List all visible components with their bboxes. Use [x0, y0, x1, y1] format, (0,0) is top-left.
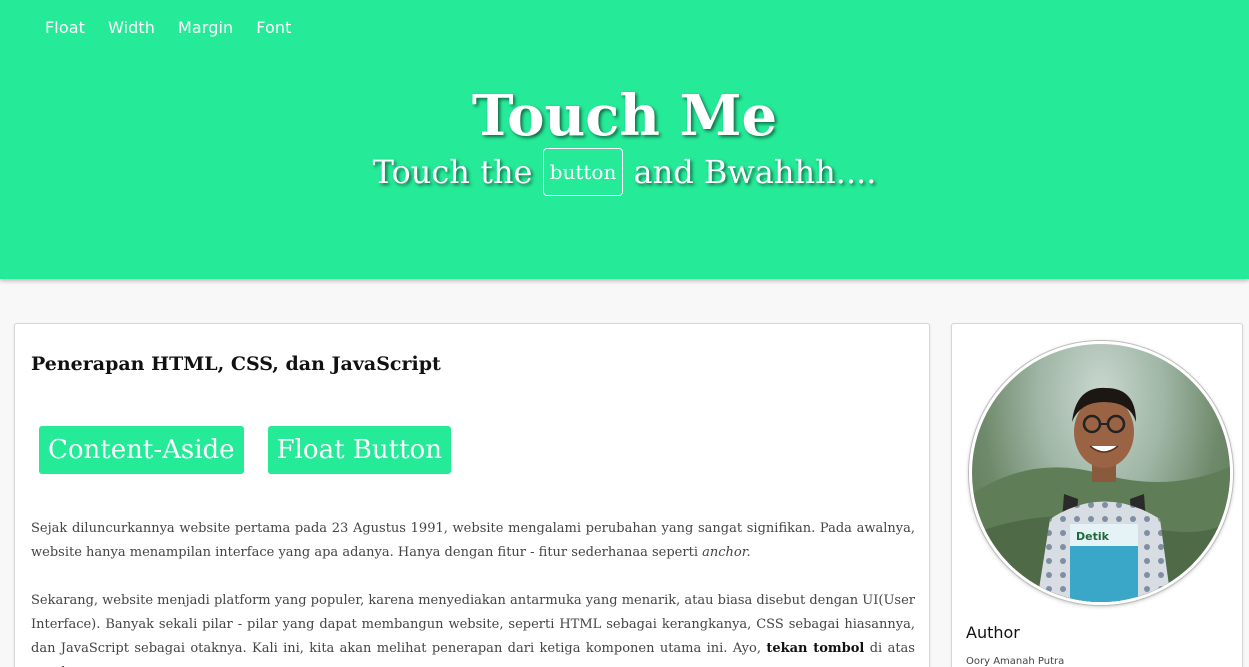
hero-subtitle-after: and Bwahhh.... — [633, 153, 877, 191]
author-photo-icon: Detik — [972, 387, 1230, 602]
author-label: Author — [966, 623, 1020, 642]
hero-subtitle-before: Touch the — [372, 153, 533, 191]
author-avatar: Detik — [969, 341, 1233, 605]
top-nav: Float Width Margin Font — [45, 18, 292, 37]
author-card: Detik Author Oory Amanah Putra — [951, 323, 1243, 667]
float-button[interactable]: Float Button — [267, 426, 451, 474]
paragraph-history-text: Sejak diluncurkannya website pertama pad… — [31, 521, 915, 560]
hero-title: Touch Me — [471, 83, 778, 149]
action-button-row: Content-Aside Float Button — [39, 426, 451, 474]
svg-text:Detik: Detik — [1076, 530, 1110, 543]
content-aside-button[interactable]: Content-Aside — [39, 426, 244, 474]
touch-button[interactable]: button — [542, 148, 624, 196]
hero-subtitle: Touch the button and Bwahhh.... — [0, 148, 1249, 196]
main-content-card: Penerapan HTML, CSS, dan JavaScript Cont… — [14, 323, 930, 667]
paragraph-now: Sekarang, website menjadi platform yang … — [31, 589, 915, 667]
anchor-emphasis: anchor. — [702, 545, 751, 560]
press-button-emphasis: tekan tombol — [766, 641, 865, 656]
hero-header: Float Width Margin Font Touch Me Touch t… — [0, 0, 1249, 279]
nav-item-margin[interactable]: Margin — [178, 18, 233, 37]
paragraph-history: Sejak diluncurkannya website pertama pad… — [31, 517, 915, 565]
nav-item-width[interactable]: Width — [108, 18, 155, 37]
nav-item-float[interactable]: Float — [45, 18, 85, 37]
nav-item-font[interactable]: Font — [256, 18, 291, 37]
article-title: Penerapan HTML, CSS, dan JavaScript — [31, 353, 441, 375]
author-name: Oory Amanah Putra — [966, 656, 1065, 667]
